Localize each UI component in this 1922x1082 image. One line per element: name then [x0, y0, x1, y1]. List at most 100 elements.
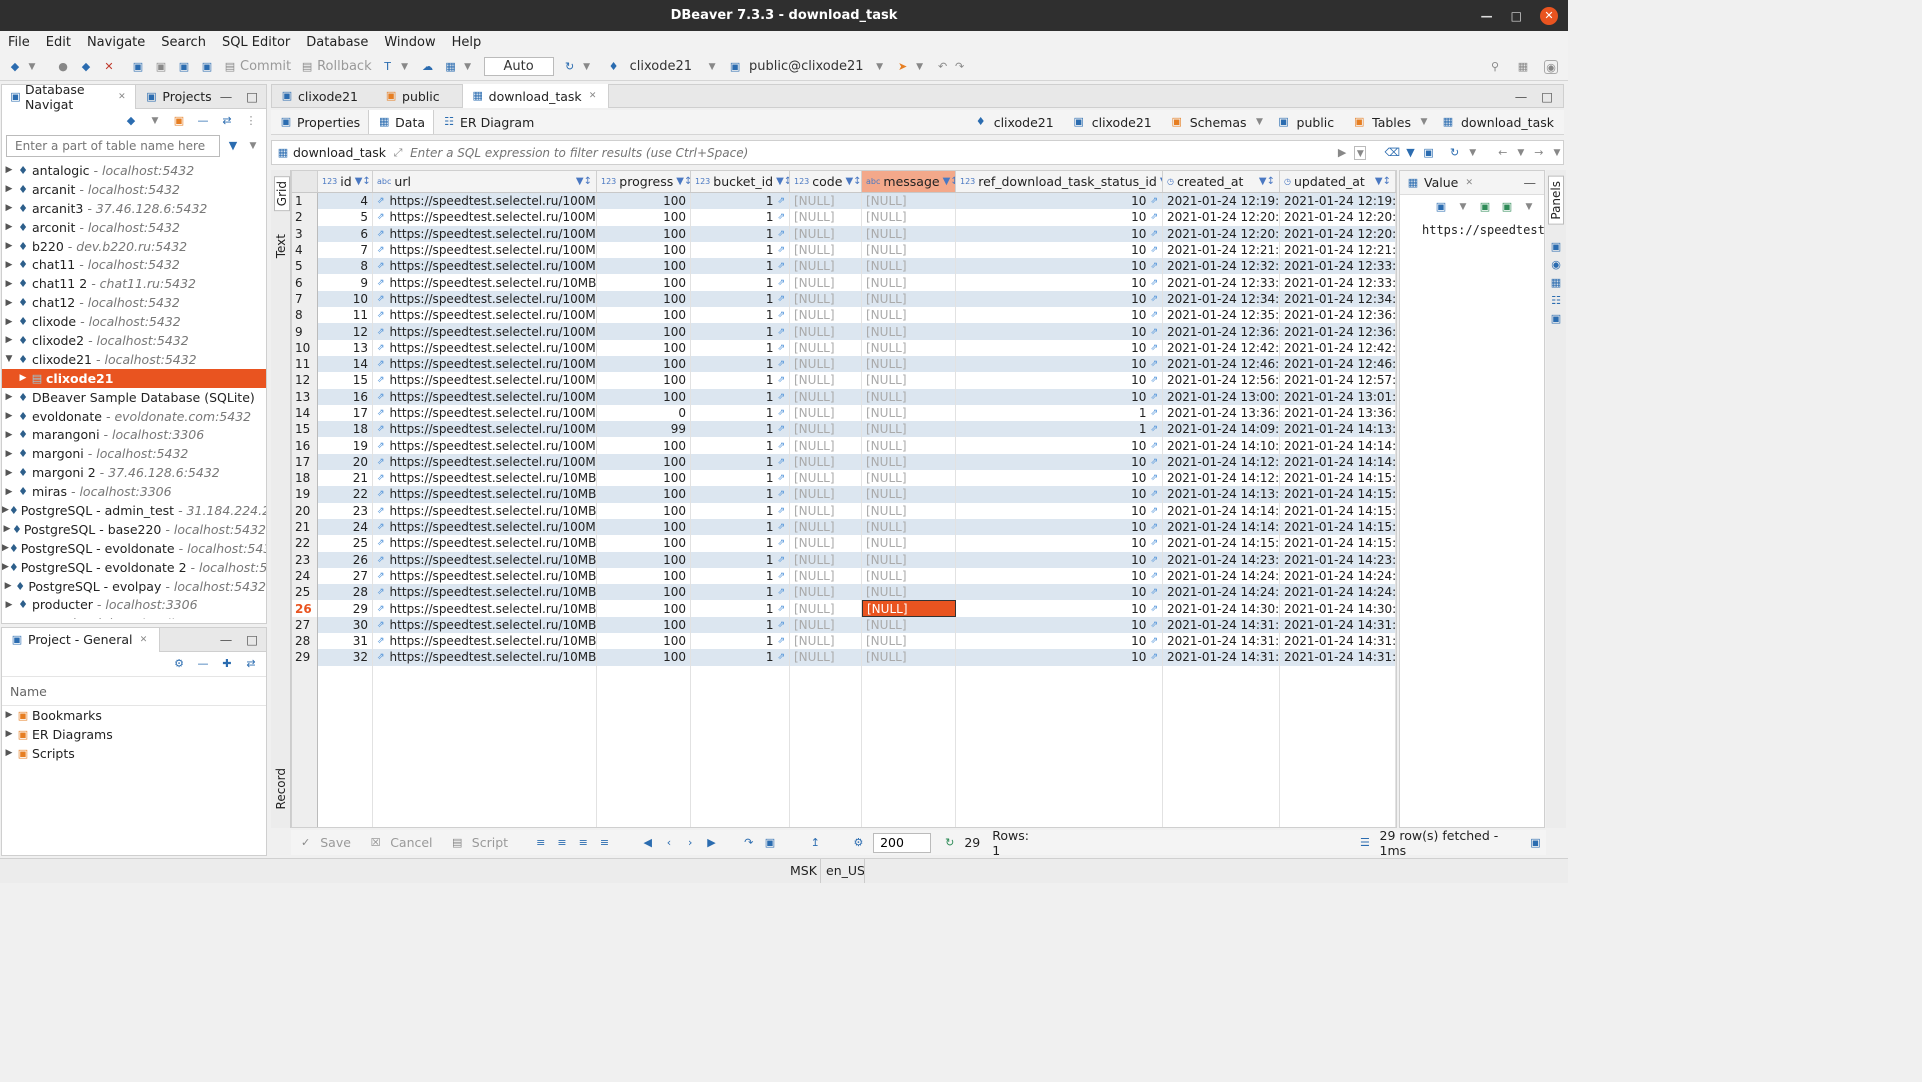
cell-url[interactable]: ⇗ https://speedtest.selectel.ru/100MB	[373, 404, 597, 422]
cell-updated-at[interactable]: 2021-01-24 14:31:28	[1280, 649, 1396, 666]
cell-created-at[interactable]: 2021-01-24 14:23:25	[1163, 551, 1280, 568]
breadcrumb-item[interactable]: clixode21	[1092, 115, 1152, 130]
cell-url[interactable]: ⇗ https://speedtest.selectel.ru/100MB	[373, 209, 597, 226]
column-header-message[interactable]: abcmessage▼↕	[862, 171, 956, 192]
fk-link-icon[interactable]: ⇗	[1150, 408, 1158, 418]
cell-status-id[interactable]: 10 ⇗	[956, 649, 1163, 666]
calc-icon[interactable]: ▣	[1549, 312, 1563, 326]
commit-button[interactable]: Commit	[240, 59, 291, 74]
cell-bucket-id[interactable]: 1 ⇗	[691, 649, 790, 666]
cell-bucket-id[interactable]: 1 ⇗	[691, 453, 790, 471]
chevron-right-icon[interactable]: ▶	[2, 748, 16, 758]
connect-icon[interactable]: ●	[56, 60, 70, 74]
cell-updated-at[interactable]: 2021-01-24 14:24:07	[1280, 567, 1396, 585]
rollback-icon[interactable]: ▤	[300, 60, 314, 74]
cell-status-id[interactable]: 10 ⇗	[956, 437, 1163, 454]
new-script-icon[interactable]: ▣	[177, 60, 191, 74]
cell-updated-at[interactable]: 2021-01-24 14:30:58	[1280, 600, 1396, 617]
cell-code[interactable]: [NULL]	[790, 339, 862, 356]
fk-link-icon[interactable]: ⇗	[1150, 489, 1158, 499]
grouping-icon[interactable]: ▦	[1549, 276, 1563, 290]
sort-filter-icon[interactable]: ▼↕	[845, 176, 861, 187]
fk-link-icon[interactable]: ⇗	[777, 408, 785, 418]
sort-filter-icon[interactable]: ▼↕	[576, 176, 592, 187]
cell-code[interactable]: [NULL]	[790, 567, 862, 585]
cell-id[interactable]: 4	[318, 193, 373, 210]
tree-item-connection[interactable]: ▶ ♦ arcanit3- 37.46.128.6:5432	[2, 199, 266, 218]
cell-created-at[interactable]: 2021-01-24 14:14:23	[1163, 502, 1280, 519]
fk-link-icon[interactable]: ⇗	[777, 310, 785, 320]
cell-created-at[interactable]: 2021-01-24 14:15:13	[1163, 535, 1280, 552]
cell-message[interactable]: [NULL]	[862, 355, 956, 373]
cell-message[interactable]: [NULL]	[862, 323, 956, 340]
row-number[interactable]: 22	[292, 535, 318, 552]
link-icon[interactable]: ⇗	[377, 392, 385, 402]
close-icon[interactable]: ✕	[1540, 6, 1558, 25]
dropdown-icon[interactable]: ▼	[398, 60, 412, 74]
table-row[interactable]: 12 15 ⇗ https://speedtest.selectel.ru/100MB…	[292, 372, 1396, 389]
chevron-right-icon[interactable]: ▶	[2, 184, 16, 194]
cell-bucket-id[interactable]: 1 ⇗	[691, 355, 790, 373]
row-number[interactable]: 28	[292, 633, 318, 650]
cell-created-at[interactable]: 2021-01-24 14:31:25	[1163, 649, 1280, 666]
link-icon[interactable]: ⇗	[377, 506, 385, 516]
dropdown-icon[interactable]: ▼	[246, 139, 260, 153]
cell-progress[interactable]: 100	[597, 339, 691, 356]
fk-link-icon[interactable]: ⇗	[1150, 196, 1158, 206]
cell-created-at[interactable]: 2021-01-24 14:12:16	[1163, 453, 1280, 471]
tree-item-connection[interactable]: ▶ ♦ DBeaver Sample Database (SQLite)	[2, 388, 266, 407]
cell-message[interactable]: [NULL]	[862, 616, 956, 634]
metadata-icon[interactable]: ◉	[1549, 258, 1563, 272]
cell-updated-at[interactable]: 2021-01-24 14:15:05	[1280, 502, 1396, 519]
fk-link-icon[interactable]: ⇗	[777, 652, 785, 662]
fk-link-icon[interactable]: ⇗	[777, 636, 785, 646]
cell-progress[interactable]: 100	[597, 616, 691, 634]
dropdown-icon[interactable]: ▼	[461, 60, 475, 74]
link-icon[interactable]: ⇗	[377, 261, 385, 271]
cell-bucket-id[interactable]: 1 ⇗	[691, 404, 790, 422]
cell-id[interactable]: 6	[318, 225, 373, 242]
configure-icon[interactable]: ⚙	[172, 657, 186, 671]
cell-updated-at[interactable]: 2021-01-24 13:36:31	[1280, 404, 1396, 422]
sort-filter-icon[interactable]: ▼↕	[676, 176, 690, 187]
fk-link-icon[interactable]: ⇗	[777, 196, 785, 206]
row-number[interactable]: 1	[292, 193, 318, 210]
row-number[interactable]: 14	[292, 404, 318, 422]
cell-progress[interactable]: 100	[597, 633, 691, 650]
fk-link-icon[interactable]: ⇗	[777, 555, 785, 565]
cell-code[interactable]: [NULL]	[790, 535, 862, 552]
commit-icon[interactable]: ▤	[223, 60, 237, 74]
cell-url[interactable]: ⇗ https://speedtest.selectel.ru/100MB	[373, 258, 597, 275]
cell-created-at[interactable]: 2021-01-24 12:36:26	[1163, 323, 1280, 340]
cell-bucket-id[interactable]: 1 ⇗	[691, 339, 790, 356]
cell-bucket-id[interactable]: 1 ⇗	[691, 616, 790, 634]
rollback-button[interactable]: Rollback	[317, 59, 372, 74]
row-number[interactable]: 20	[292, 502, 318, 519]
table-row[interactable]: 16 19 ⇗ https://speedtest.selectel.ru/100MB…	[292, 437, 1396, 454]
cell-status-id[interactable]: 10 ⇗	[956, 567, 1163, 585]
cell-message[interactable]: [NULL]	[862, 633, 956, 650]
active-connection-selector[interactable]: clixode21	[630, 59, 692, 74]
chevron-right-icon[interactable]: ▶	[2, 543, 9, 553]
column-header-ref-download-task-status-id[interactable]: 123ref_download_task_status_id▼↕	[956, 171, 1163, 192]
save-filter-icon[interactable]: ▣	[1423, 146, 1435, 160]
cell-progress[interactable]: 100	[597, 502, 691, 519]
cell-id[interactable]: 30	[318, 616, 373, 634]
row-number[interactable]: 4	[292, 241, 318, 259]
cell-updated-at[interactable]: 2021-01-24 12:34:58	[1280, 290, 1396, 308]
link-icon[interactable]: ⇗	[377, 620, 385, 630]
cell-url[interactable]: ⇗ https://speedtest.selectel.ru/10MB	[373, 486, 597, 503]
cell-code[interactable]: [NULL]	[790, 404, 862, 422]
link-icon[interactable]: ⇗	[377, 587, 385, 597]
cell-code[interactable]: [NULL]	[790, 209, 862, 226]
tree-item-connection[interactable]: ▶♦second_opinion- localhost:3306	[2, 614, 266, 619]
cell-status-id[interactable]: 10 ⇗	[956, 193, 1163, 210]
cell-bucket-id[interactable]: 1 ⇗	[691, 323, 790, 340]
cell-id[interactable]: 8	[318, 258, 373, 275]
chevron-right-icon[interactable]: ▶	[2, 335, 16, 345]
link-icon[interactable]: ⇗	[377, 375, 385, 385]
column-header-updated-at[interactable]: ◷ updated_at ▼↕	[1280, 171, 1396, 192]
link-icon[interactable]: ⇗	[377, 359, 385, 369]
cell-created-at[interactable]: 2021-01-24 12:21:07	[1163, 241, 1280, 259]
cell-progress[interactable]: 100	[597, 584, 691, 601]
